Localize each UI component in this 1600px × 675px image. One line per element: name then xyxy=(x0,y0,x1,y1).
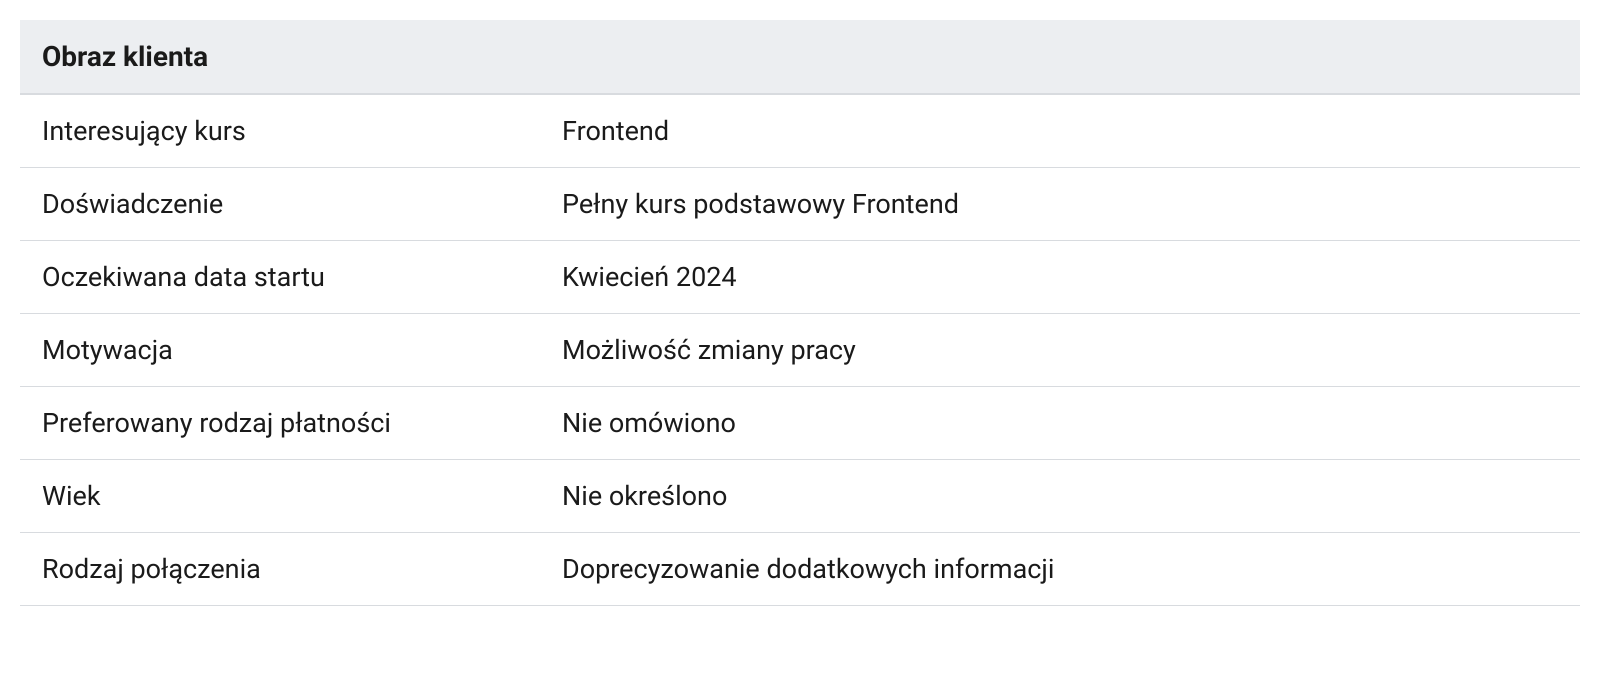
row-label: Wiek xyxy=(42,480,562,512)
row-value: Nie omówiono xyxy=(562,407,1558,439)
row-value: Frontend xyxy=(562,115,1558,147)
table-row: Motywacja Możliwość zmiany pracy xyxy=(20,314,1580,387)
row-label: Motywacja xyxy=(42,334,562,366)
table-row: Preferowany rodzaj płatności Nie omówion… xyxy=(20,387,1580,460)
row-label: Doświadczenie xyxy=(42,188,562,220)
row-value: Kwiecień 2024 xyxy=(562,261,1558,293)
table-row: Oczekiwana data startu Kwiecień 2024 xyxy=(20,241,1580,314)
row-label: Preferowany rodzaj płatności xyxy=(42,407,562,439)
table-row: Doświadczenie Pełny kurs podstawowy Fron… xyxy=(20,168,1580,241)
row-label: Oczekiwana data startu xyxy=(42,261,562,293)
table-row: Rodzaj połączenia Doprecyzowanie dodatko… xyxy=(20,533,1580,606)
row-value: Pełny kurs podstawowy Frontend xyxy=(562,188,1558,220)
row-label: Interesujący kurs xyxy=(42,115,562,147)
row-value: Doprecyzowanie dodatkowych informacji xyxy=(562,553,1558,585)
client-info-table: Obraz klienta Interesujący kurs Frontend… xyxy=(20,20,1580,606)
row-label: Rodzaj połączenia xyxy=(42,553,562,585)
row-value: Możliwość zmiany pracy xyxy=(562,334,1558,366)
table-row: Interesujący kurs Frontend xyxy=(20,95,1580,168)
table-row: Wiek Nie określono xyxy=(20,460,1580,533)
row-value: Nie określono xyxy=(562,480,1558,512)
table-header: Obraz klienta xyxy=(20,20,1580,95)
